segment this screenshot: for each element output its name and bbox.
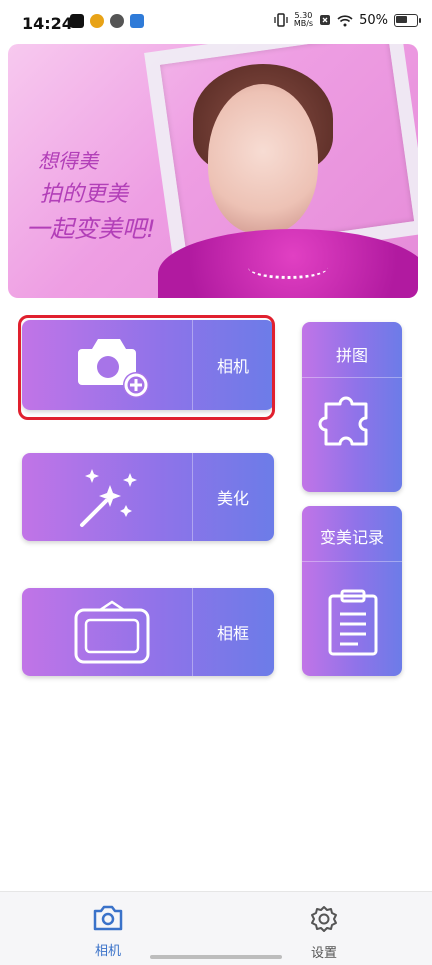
wechat-icon bbox=[110, 14, 124, 28]
tile-divider bbox=[302, 377, 402, 378]
puzzle-icon bbox=[318, 396, 368, 446]
status-right: 5.30 MB/s 50% bbox=[274, 12, 421, 28]
banner-model-face bbox=[208, 84, 318, 234]
selection-highlight bbox=[18, 315, 275, 420]
banner-slogan: 想得美 拍的更美 一起变美吧! bbox=[26, 144, 156, 246]
beauty-record-button[interactable]: 变美记录 bbox=[302, 506, 402, 676]
weibo-icon bbox=[90, 14, 104, 28]
nav-camera-label: 相机 bbox=[94, 944, 121, 959]
nav-settings[interactable]: 设置 bbox=[284, 904, 364, 961]
bottom-navigation: 相机 设置 bbox=[0, 891, 432, 965]
camera-nav-icon bbox=[93, 905, 123, 931]
network-speed: 5.30 MB/s bbox=[294, 12, 313, 28]
banner-line-3: 一起变美吧! bbox=[26, 215, 156, 243]
battery-percent: 50% bbox=[359, 12, 388, 28]
status-bar: 14:24 5.30 MB/s 50% bbox=[0, 0, 432, 48]
frame-label: 相框 bbox=[216, 624, 249, 643]
nav-camera[interactable]: 相机 bbox=[68, 904, 148, 959]
frame-button[interactable]: 相框 bbox=[22, 588, 274, 676]
wifi-icon bbox=[337, 14, 353, 26]
tile-divider bbox=[302, 561, 402, 562]
vibrate-icon bbox=[274, 13, 288, 27]
banner-necklace bbox=[248, 256, 328, 279]
app-notification-icon bbox=[130, 14, 144, 28]
gear-icon bbox=[311, 906, 337, 932]
battery-icon bbox=[394, 13, 421, 27]
banner-line-1: 想得美 bbox=[38, 149, 98, 173]
beauty-label: 美化 bbox=[216, 489, 249, 508]
tiktok-icon bbox=[70, 14, 84, 28]
record-label: 变美记录 bbox=[319, 528, 384, 547]
clipboard-icon bbox=[328, 589, 378, 656]
home-indicator[interactable] bbox=[150, 955, 282, 959]
banner-line-2: 拍的更美 bbox=[40, 182, 129, 207]
no-sim-icon bbox=[320, 15, 331, 25]
net-speed-unit: MB/s bbox=[293, 19, 314, 28]
photo-frame-icon bbox=[74, 600, 150, 664]
notification-icons bbox=[70, 14, 144, 28]
puzzle-label: 拼图 bbox=[335, 346, 368, 365]
beauty-button[interactable]: 美化 bbox=[22, 453, 274, 541]
puzzle-button[interactable]: 拼图 bbox=[302, 322, 402, 492]
status-time: 14:24 bbox=[22, 14, 73, 33]
nav-settings-label: 设置 bbox=[310, 946, 337, 961]
promo-banner[interactable]: 想得美 拍的更美 一起变美吧! bbox=[8, 44, 418, 298]
magic-wand-icon bbox=[80, 469, 137, 527]
